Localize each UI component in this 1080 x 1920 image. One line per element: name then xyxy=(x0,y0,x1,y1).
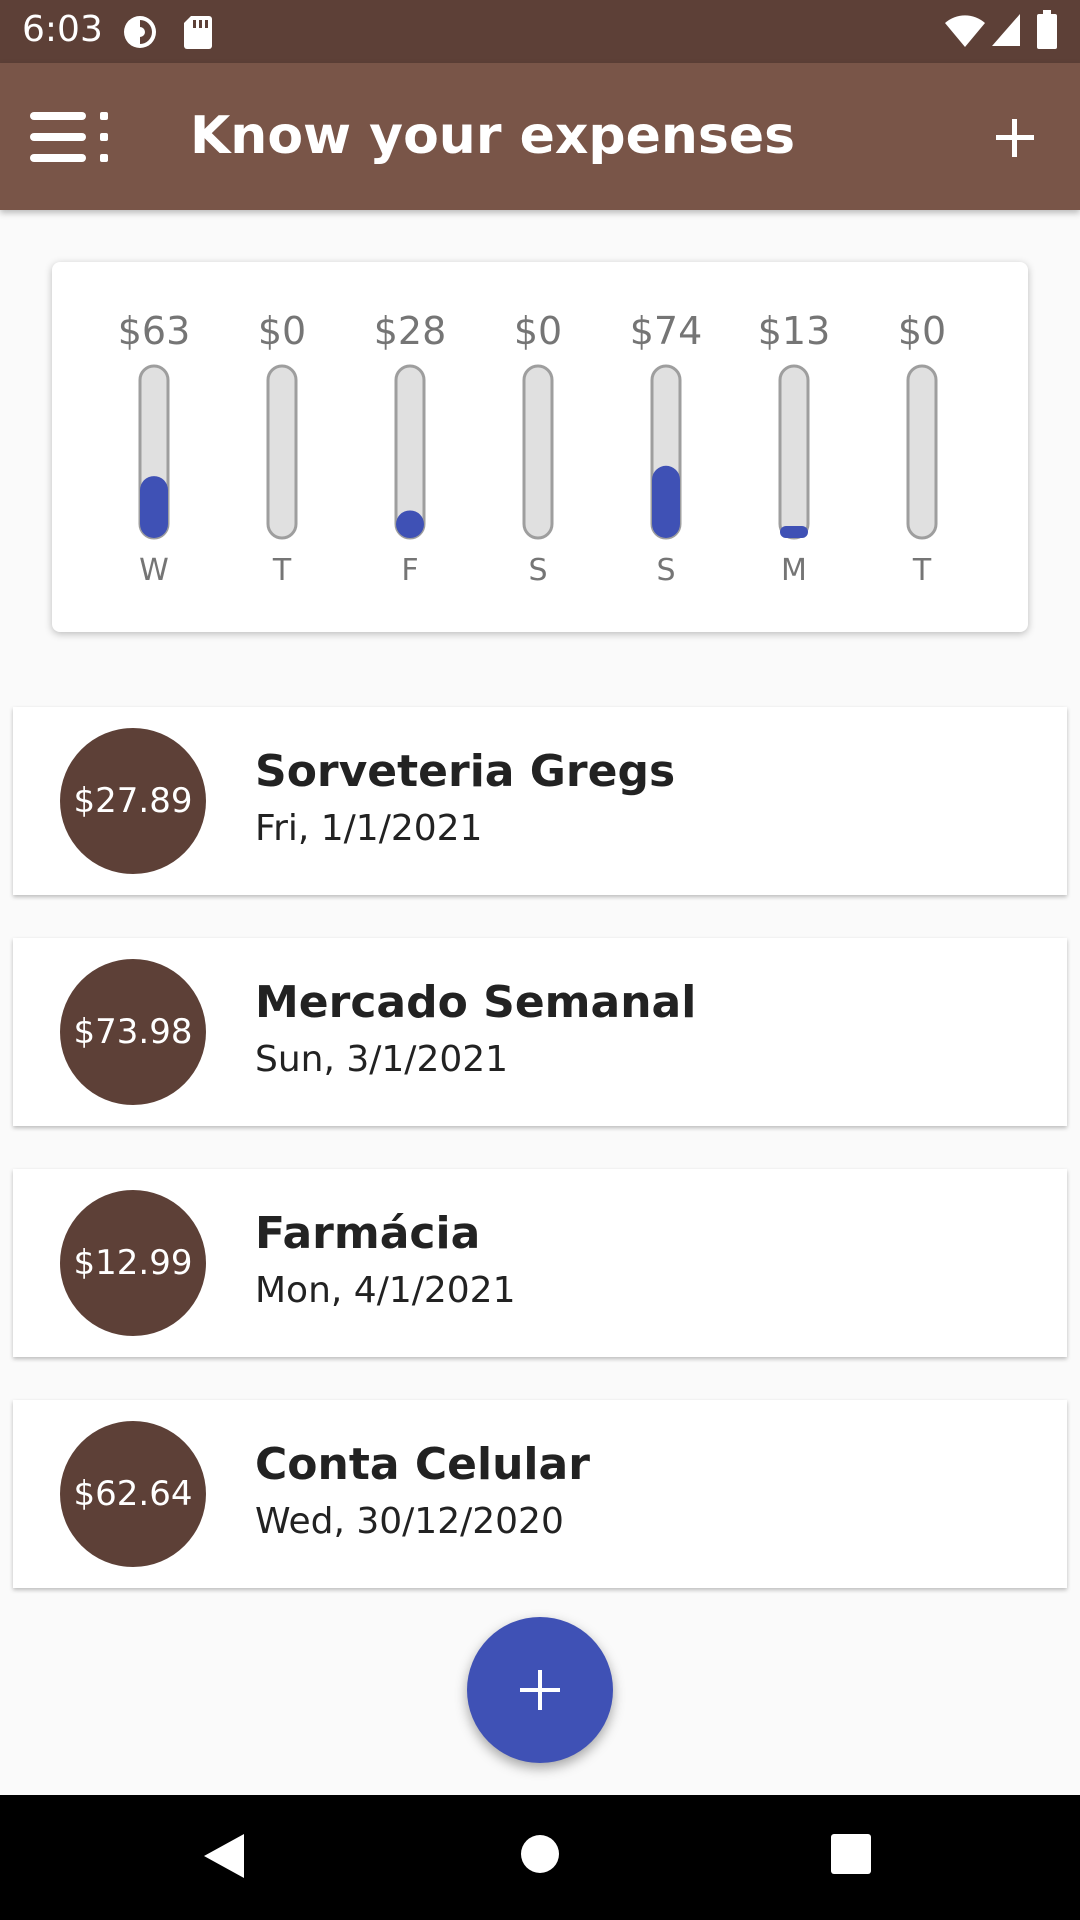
signal-icon xyxy=(992,14,1020,46)
bar-fill xyxy=(140,476,168,538)
wifi-icon xyxy=(945,15,985,48)
amount-badge: $73.98 xyxy=(60,959,206,1105)
day-label: M xyxy=(781,553,807,588)
bar-fill xyxy=(396,510,424,538)
weekly-chart-card: $63 W $0 T $28 F $0 S $74 S $13 M $0 T xyxy=(52,262,1028,632)
transaction-card[interactable]: $12.99 Farmácia Mon, 4/1/2021 xyxy=(13,1169,1067,1357)
bar-value-label: $13 xyxy=(758,309,831,353)
bar-fill xyxy=(652,465,680,538)
status-time: 6:03 xyxy=(22,9,103,50)
day-label: F xyxy=(401,553,418,588)
transaction-title: Sorveteria Gregs xyxy=(255,746,676,797)
sd-card-icon xyxy=(184,16,212,49)
bar-value-label: $74 xyxy=(630,309,703,353)
day-label: S xyxy=(528,553,547,588)
status-bar: 6:03 xyxy=(0,0,1080,63)
transaction-date: Mon, 4/1/2021 xyxy=(255,1270,516,1311)
transaction-card[interactable]: $62.64 Conta Celular Wed, 30/12/2020 xyxy=(13,1400,1067,1588)
transaction-date: Sun, 3/1/2021 xyxy=(255,1039,509,1080)
bar-fill xyxy=(780,525,808,538)
recents-icon[interactable] xyxy=(831,1834,871,1874)
add-transaction-fab[interactable] xyxy=(467,1617,613,1763)
bar-value-label: $0 xyxy=(514,309,562,353)
bar-value-label: $0 xyxy=(898,309,946,353)
bar-track xyxy=(522,364,554,540)
weekly-chart: $63 W $0 T $28 F $0 S $74 S $13 M $0 T xyxy=(118,309,946,588)
back-icon[interactable] xyxy=(200,1831,250,1881)
transaction-card[interactable]: $73.98 Mercado Semanal Sun, 3/1/2021 xyxy=(13,938,1067,1126)
transaction-card[interactable]: $27.89 Sorveteria Gregs Fri, 1/1/2021 xyxy=(13,707,1067,895)
menu-icon[interactable] xyxy=(30,109,114,165)
transaction-date: Fri, 1/1/2021 xyxy=(255,808,483,849)
home-icon[interactable] xyxy=(519,1833,561,1875)
transaction-title: Conta Celular xyxy=(255,1439,590,1490)
bar-value-label: $0 xyxy=(258,309,306,353)
app-bar: Know your expenses xyxy=(0,63,1080,210)
bar-value-label: $63 xyxy=(118,309,191,353)
day-label: W xyxy=(139,553,169,588)
bar-track xyxy=(266,364,298,540)
navigation-bar xyxy=(0,1795,1080,1920)
amount-badge: $12.99 xyxy=(60,1190,206,1336)
transaction-title: Farmácia xyxy=(255,1208,481,1259)
bar-track xyxy=(906,364,938,540)
data-saver-icon xyxy=(124,16,156,48)
app-title: Know your expenses xyxy=(190,106,796,166)
amount-badge: $27.89 xyxy=(60,728,206,874)
day-label: T xyxy=(272,553,292,588)
plus-icon xyxy=(520,1670,560,1710)
amount-badge: $62.64 xyxy=(60,1421,206,1567)
bar-track xyxy=(778,364,810,540)
transaction-title: Mercado Semanal xyxy=(255,977,697,1028)
add-expense-button[interactable] xyxy=(990,113,1040,163)
day-label: S xyxy=(656,553,675,588)
battery-icon xyxy=(1037,10,1057,49)
bar-value-label: $28 xyxy=(374,309,447,353)
transaction-date: Wed, 30/12/2020 xyxy=(255,1501,564,1542)
day-label: T xyxy=(912,553,932,588)
